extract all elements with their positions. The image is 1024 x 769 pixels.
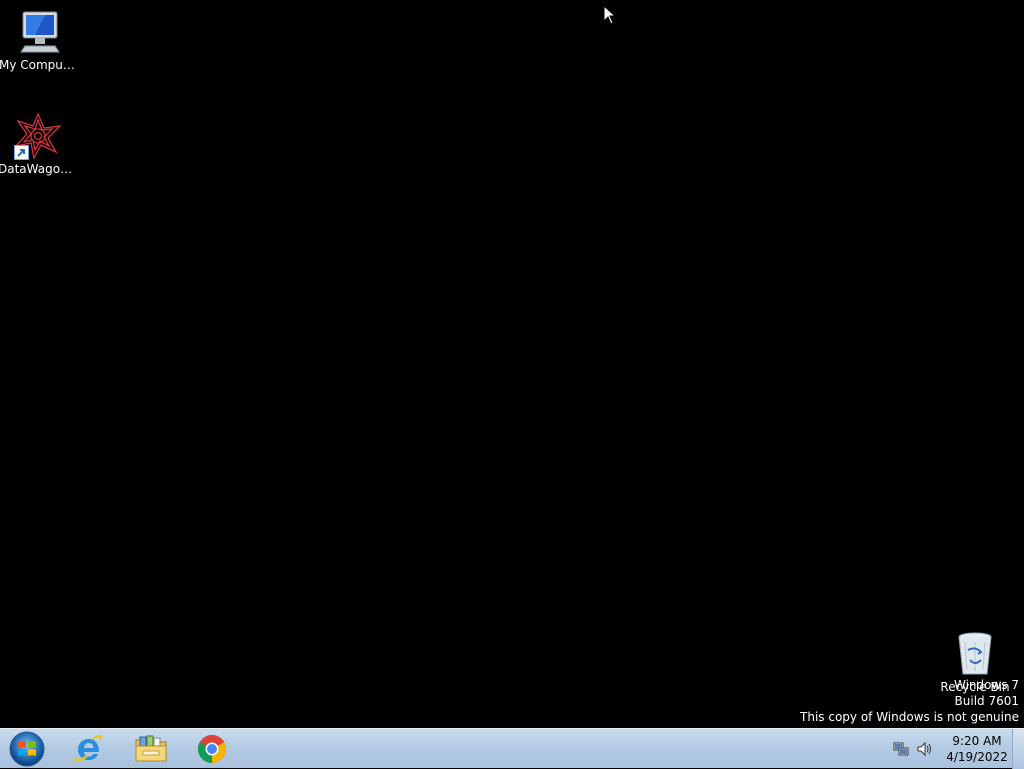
show-desktop-button[interactable] (1012, 729, 1024, 769)
clock-date: 4/19/2022 (946, 750, 1008, 764)
desktop-icon-my-computer[interactable]: My Computer (0, 8, 79, 73)
shortcut-arrow-icon (14, 145, 29, 160)
internet-explorer-icon (74, 734, 103, 762)
watermark-build: Build 7601 (954, 694, 1019, 708)
desktop[interactable]: My Computer DataWagon... Recycle Bin Win… (0, 0, 1024, 728)
taskbar-clock[interactable]: 9:20 AM 4/19/2022 (940, 733, 1014, 765)
volume-icon[interactable] (916, 740, 934, 758)
chrome-icon (198, 735, 226, 763)
taskbar-google-chrome[interactable] (184, 731, 240, 767)
watermark-os-name: Windows 7 (953, 678, 1019, 692)
system-tray: 9:20 AM 4/19/2022 (884, 729, 1024, 769)
windows-watermark: Windows 7 Build 7601 This copy of Window… (800, 677, 1019, 725)
start-button[interactable] (4, 730, 50, 768)
desktop-icon-label: DataWagon... (0, 162, 78, 176)
network-icon[interactable] (892, 740, 910, 758)
windows-orb-icon (9, 731, 45, 767)
taskbar-internet-explorer[interactable] (61, 731, 117, 767)
clock-time: 9:20 AM (952, 734, 1002, 748)
watermark-genuine-notice: This copy of Windows is not genuine (800, 710, 1019, 724)
desktop-icon-datawagon[interactable]: DataWagon... (0, 112, 78, 177)
datawagon-icon (14, 112, 62, 160)
computer-icon (15, 8, 63, 56)
folder-library-icon (135, 735, 167, 762)
desktop-icon-label: My Computer (0, 58, 79, 72)
taskbar-windows-explorer[interactable] (123, 731, 179, 767)
taskbar: 9:20 AM 4/19/2022 (0, 728, 1024, 769)
mouse-cursor-icon (603, 4, 617, 25)
recycle-bin-icon (951, 630, 999, 678)
